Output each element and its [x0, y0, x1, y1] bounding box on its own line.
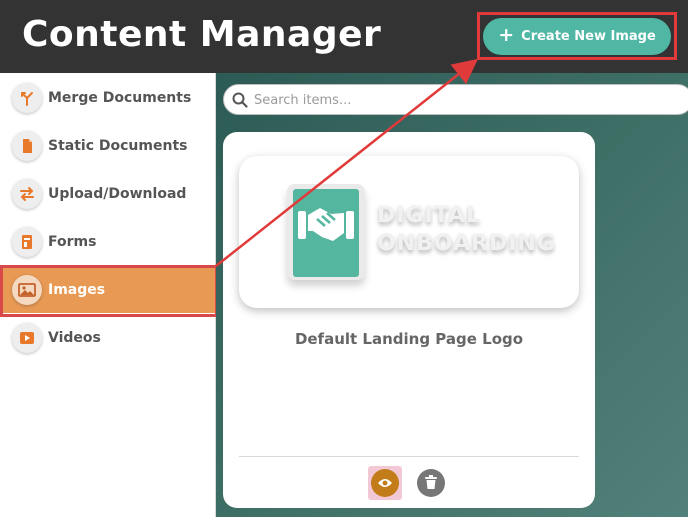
trash-icon	[425, 474, 437, 493]
logo-wordmark: DIGITAL ONBOARDING	[377, 203, 556, 256]
divider	[239, 456, 579, 457]
sidebar-item-merge-documents[interactable]: Merge Documents	[0, 75, 216, 121]
create-new-image-label: Create New Image	[521, 29, 656, 44]
form-icon	[12, 227, 42, 257]
image-preview[interactable]: DIGITAL ONBOARDING	[239, 156, 579, 308]
search-icon	[232, 92, 248, 112]
transfer-icon	[12, 179, 42, 209]
sidebar-item-label: Static Documents	[48, 138, 188, 154]
video-icon	[12, 323, 42, 353]
search-input[interactable]	[254, 89, 674, 111]
delete-button[interactable]	[417, 469, 445, 497]
image-card: DIGITAL ONBOARDING Default Landing Page …	[223, 132, 595, 508]
handshake-logo-icon	[287, 184, 365, 280]
sidebar-item-static-documents[interactable]: Static Documents	[0, 123, 216, 169]
annotation-highlight-box	[0, 265, 218, 317]
sidebar-item-forms[interactable]: Forms	[0, 219, 216, 265]
page-title: Content Manager	[22, 14, 382, 55]
create-new-image-button[interactable]: + Create New Image	[483, 18, 671, 55]
sidebar-item-label: Merge Documents	[48, 90, 192, 106]
card-title: Default Landing Page Logo	[294, 330, 524, 348]
document-icon	[12, 131, 42, 161]
search-bar	[223, 84, 688, 115]
view-button[interactable]	[371, 469, 399, 497]
plus-icon: +	[498, 24, 515, 46]
sidebar-item-label: Forms	[48, 234, 97, 250]
sidebar-item-label: Upload/Download	[48, 186, 187, 202]
sidebar-item-videos[interactable]: Videos	[0, 315, 216, 361]
merge-icon	[12, 83, 42, 113]
sidebar-item-label: Videos	[48, 330, 101, 346]
eye-icon	[377, 474, 393, 493]
sidebar-item-upload-download[interactable]: Upload/Download	[0, 171, 216, 217]
